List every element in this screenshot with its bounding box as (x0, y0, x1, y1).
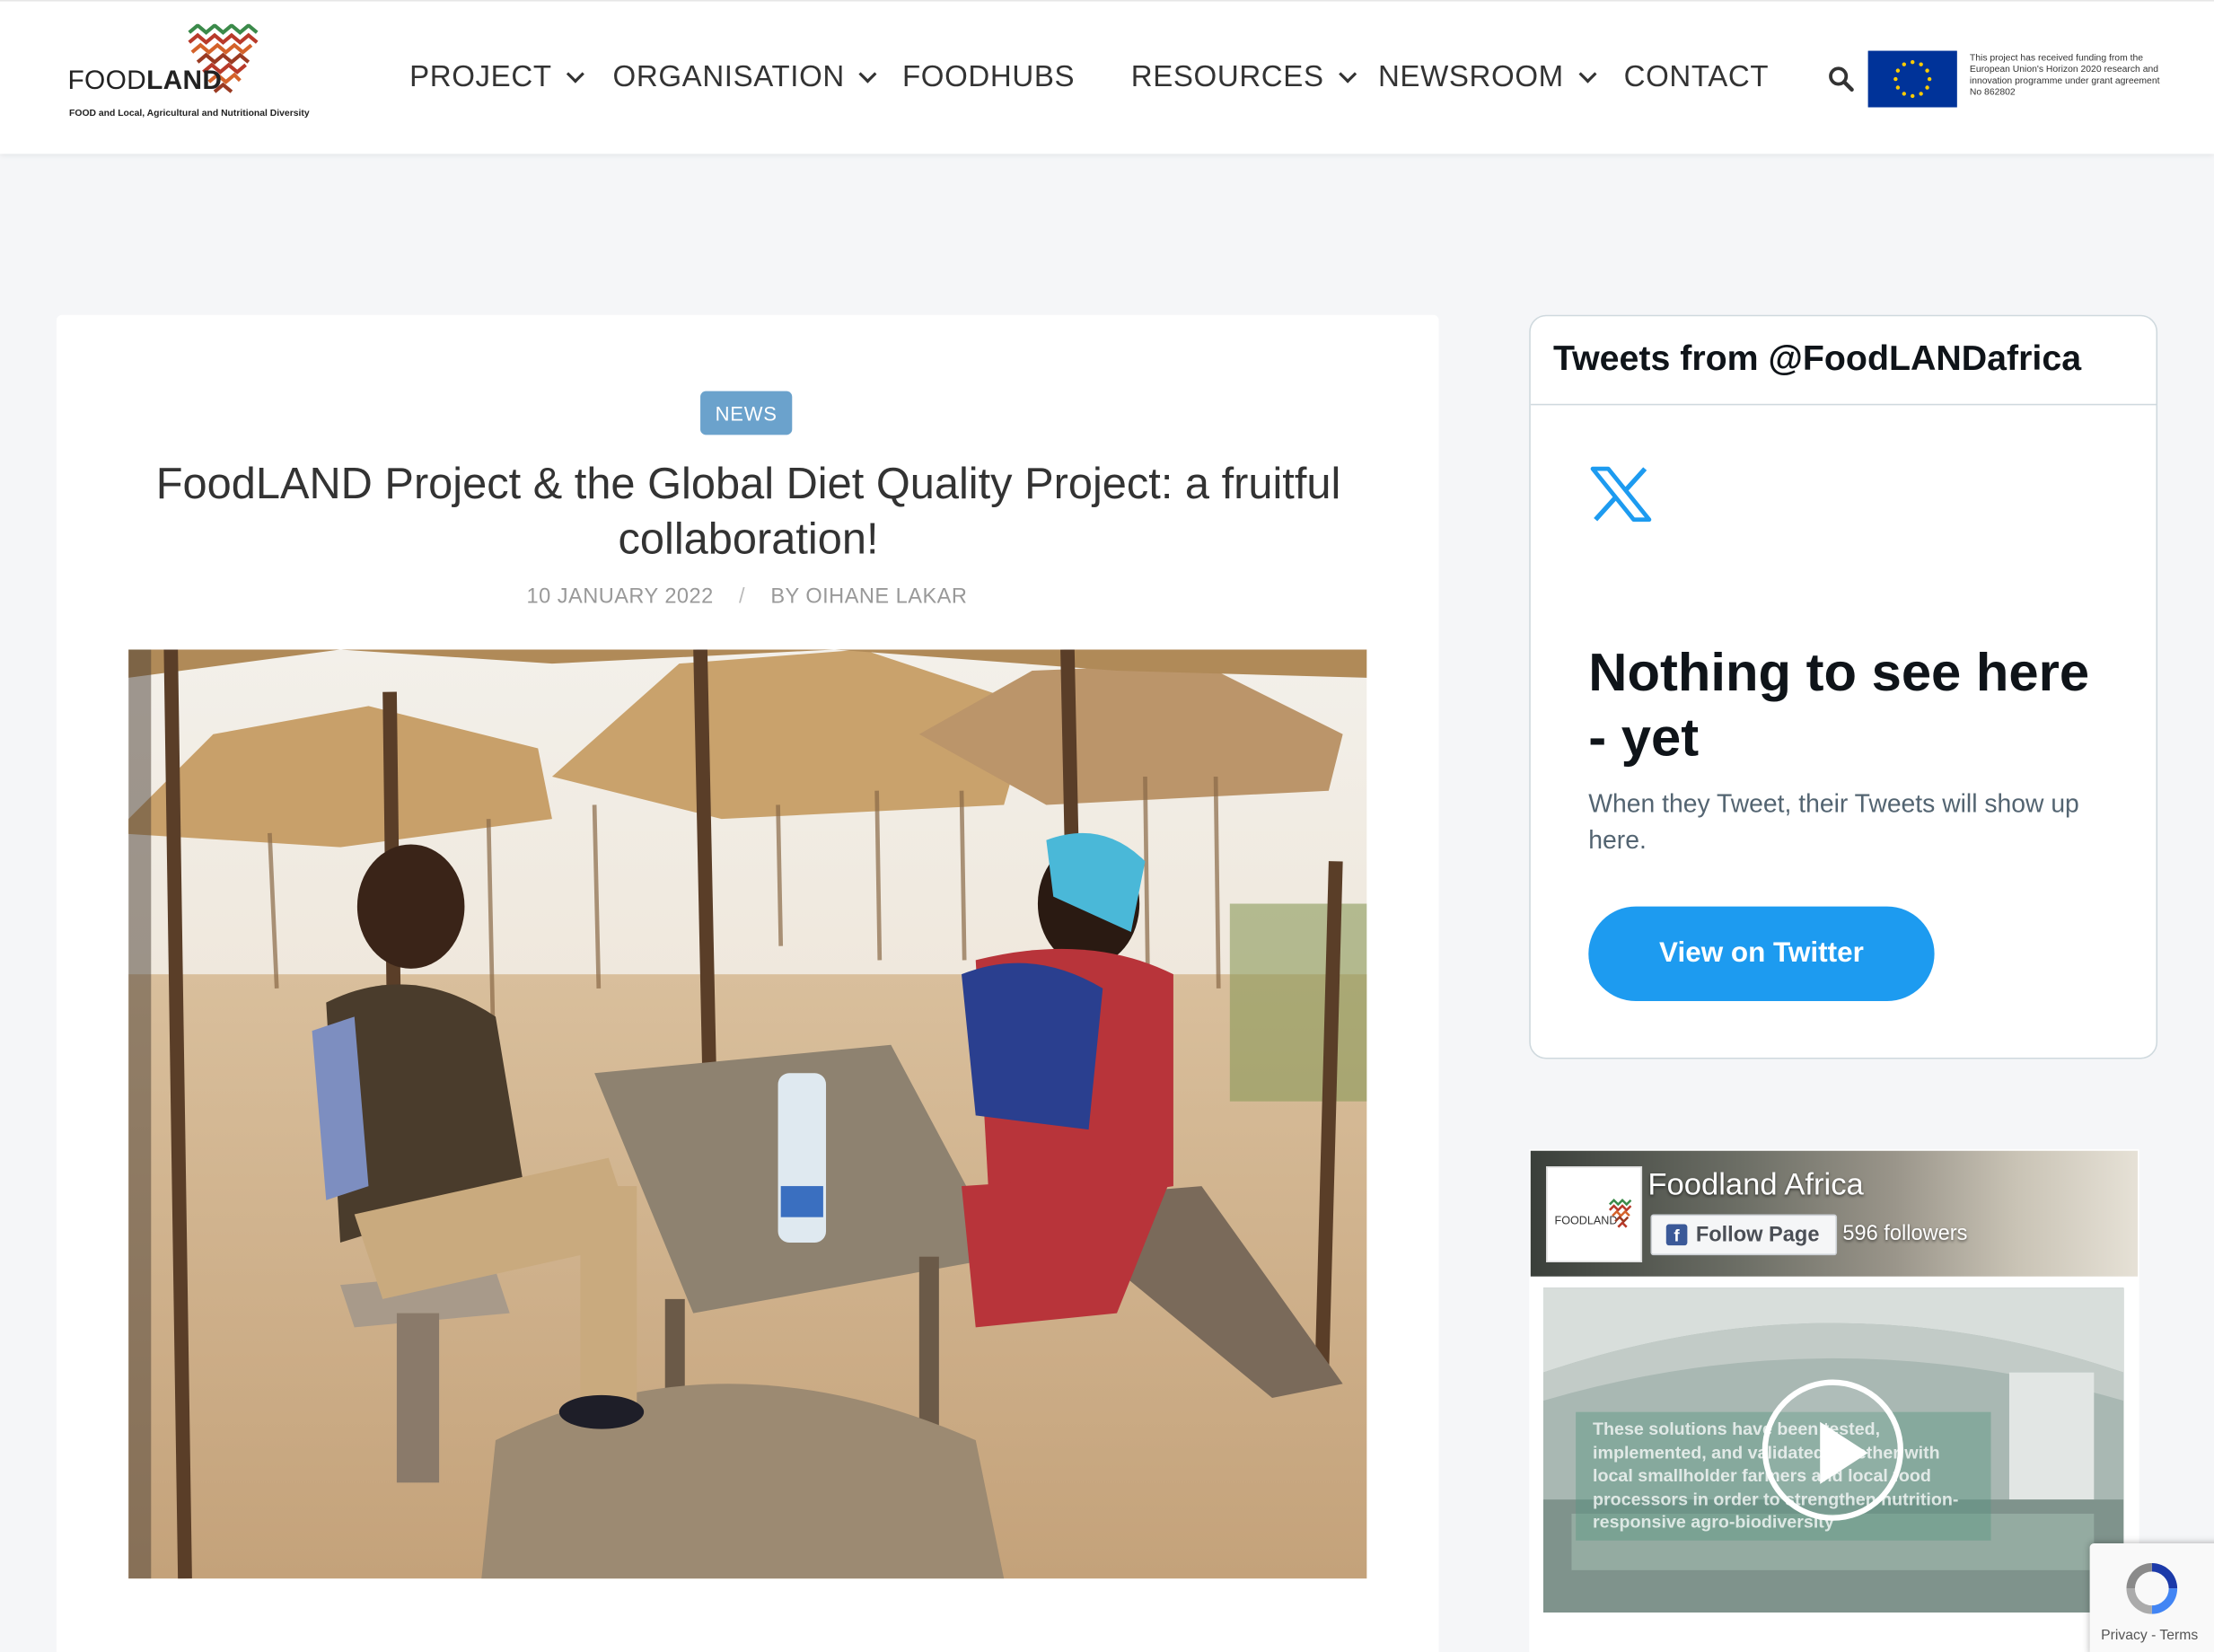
nav-item-resources[interactable]: RESOURCES (1130, 60, 1357, 95)
logo-tagline: FOOD and Local, Agricultural and Nutriti… (69, 109, 310, 119)
nav-item-organisation[interactable]: ORGANISATION (612, 60, 877, 95)
twitter-widget-title[interactable]: Tweets from @FoodLANDafrica (1553, 338, 2081, 380)
foodland-avatar-icon: FOODLAND (1555, 1199, 1632, 1228)
meta-separator: / (738, 584, 746, 609)
facebook-page-widget: FOODLAND Foodland Africa f Follow Page 59… (1529, 1149, 2139, 1652)
nav-label: ORGANISATION (612, 60, 845, 93)
article-date[interactable]: 10 JANUARY 2022 (527, 584, 714, 609)
facebook-icon: f (1665, 1224, 1688, 1246)
eu-flag-icon (1867, 50, 1957, 108)
svg-text:FOODLAND: FOODLAND (1555, 1215, 1618, 1227)
chevron-down-icon (566, 64, 584, 83)
facebook-page-avatar[interactable]: FOODLAND (1546, 1166, 1643, 1262)
chevron-down-icon (1338, 64, 1357, 83)
nav-label: PROJECT (409, 60, 552, 93)
facebook-page-name[interactable]: Foodland Africa (1647, 1166, 1863, 1203)
article-title: FoodLAND Project & the Global Diet Quali… (155, 459, 1341, 564)
nav-label: FOODHUBS (901, 60, 1076, 93)
x-logo-icon[interactable] (1590, 463, 1652, 525)
nav-label: RESOURCES (1130, 60, 1324, 93)
search-icon[interactable] (1827, 65, 1855, 92)
nav-item-foodhubs[interactable]: FOODHUBS (902, 61, 1075, 95)
article-meta: 10 JANUARY 2022 / BY OIHANE LAKAR (0, 584, 1494, 609)
facebook-video-post[interactable]: These solutions have been tested, implem… (1542, 1287, 2124, 1613)
recaptcha-icon (2126, 1562, 2178, 1614)
follow-page-button[interactable]: f Follow Page (1650, 1214, 1838, 1256)
recaptcha-links[interactable]: Privacy - Terms (2101, 1628, 2198, 1643)
chevron-down-icon (858, 64, 877, 83)
logo-wordmark: FOODLAND (67, 66, 223, 96)
nav-label: NEWSROOM (1377, 60, 1564, 93)
empty-timeline-heading: Nothing to see here - yet (1588, 644, 2090, 769)
chevron-down-icon (1577, 64, 1596, 83)
site-header: FOODLAND FOOD and Local, Agricultural an… (0, 0, 2214, 154)
article-featured-image (128, 649, 1367, 1579)
recaptcha-badge[interactable]: Privacy - Terms (2089, 1542, 2214, 1652)
empty-timeline-text: When they Tweet, their Tweets will show … (1588, 789, 2079, 855)
page: FOODLAND FOOD and Local, Agricultural an… (0, 0, 2214, 1652)
nav-item-newsroom[interactable]: NEWSROOM (1377, 60, 1596, 95)
article-author[interactable]: BY OIHANE LAKAR (770, 584, 967, 609)
nav-item-contact[interactable]: CONTACT (1624, 61, 1770, 95)
category-badge[interactable]: NEWS (700, 391, 793, 435)
twitter-widget-header: Tweets from @FoodLANDafrica (1530, 316, 2157, 406)
follow-page-label: Follow Page (1695, 1222, 1820, 1247)
twitter-timeline-widget: Tweets from @FoodLANDafrica Nothing to s… (1529, 314, 2158, 1059)
foodland-logo[interactable]: FOODLAND FOOD and Local, Agricultural an… (67, 23, 350, 128)
facebook-followers-count: 596 followers (1842, 1221, 1968, 1246)
nav-item-project[interactable]: PROJECT (409, 60, 584, 95)
play-icon[interactable] (1762, 1379, 1903, 1521)
eu-funding-text: This project has received funding from t… (1969, 53, 2160, 98)
nav-label: CONTACT (1623, 60, 1770, 93)
view-on-twitter-button[interactable]: View on Twitter (1588, 906, 1935, 1002)
